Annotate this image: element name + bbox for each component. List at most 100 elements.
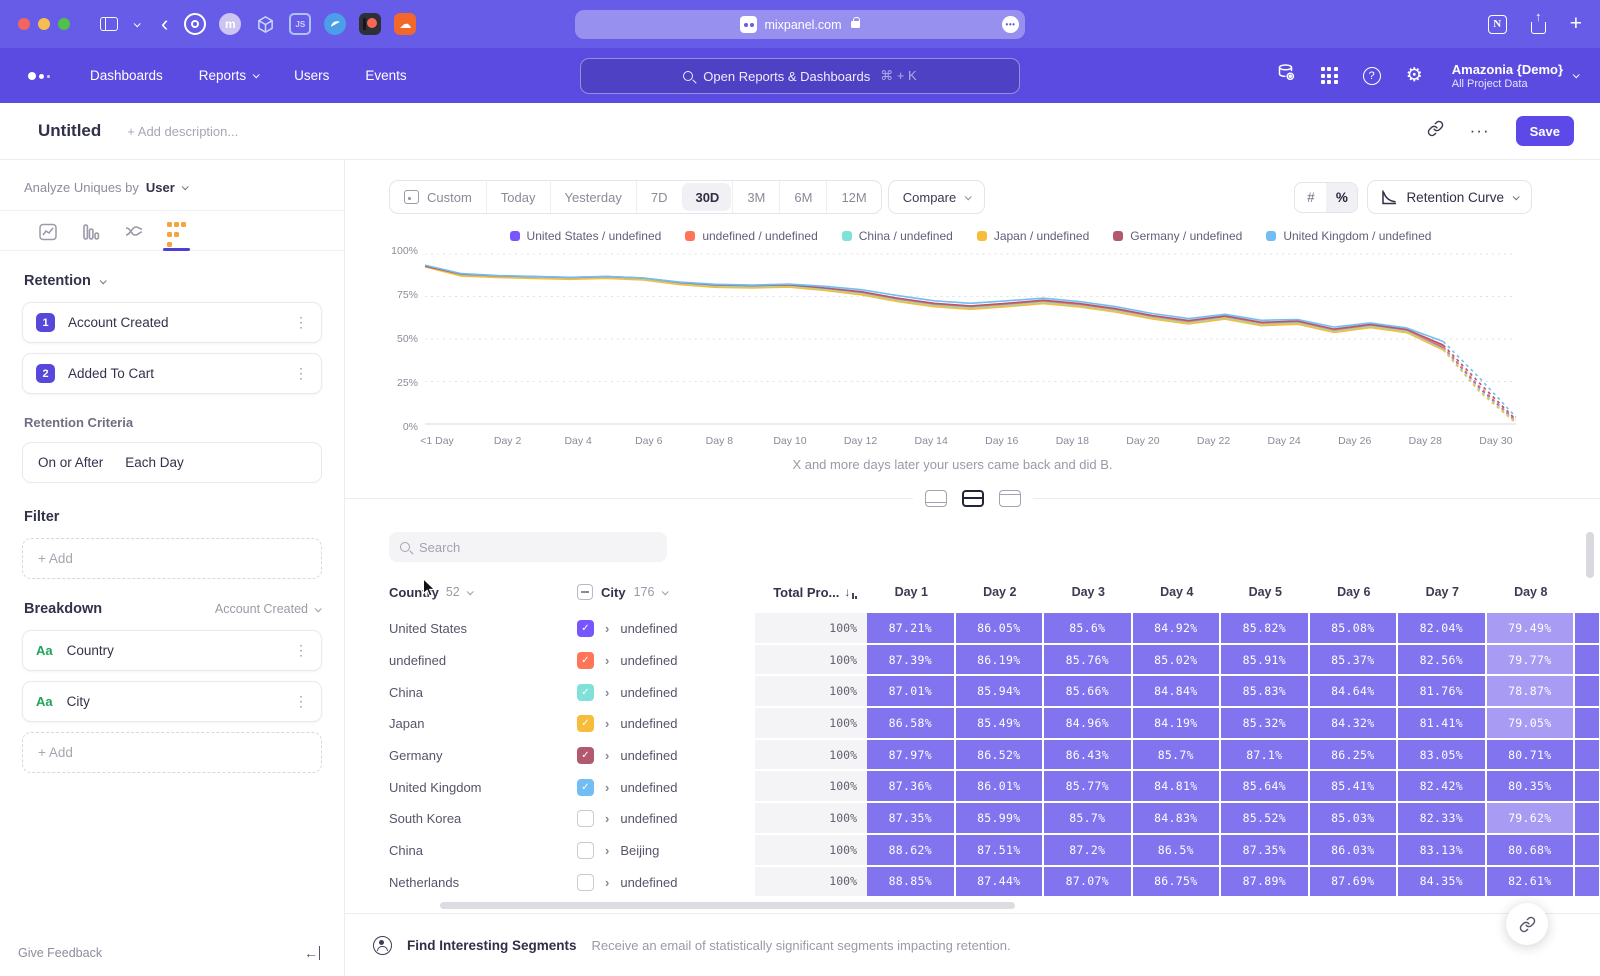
compare-button[interactable]: Compare	[888, 180, 985, 214]
retention-step-card[interactable]: 1Account Created⋮	[22, 302, 322, 343]
tab-funnels[interactable]	[69, 222, 112, 250]
range-yesterday[interactable]: Yesterday	[550, 181, 636, 213]
retention-cell[interactable]: 85.94%	[956, 676, 1045, 708]
retention-step-card[interactable]: 2Added To Cart⋮	[22, 353, 322, 394]
row-checkbox[interactable]: ✓	[577, 652, 594, 669]
country-column-header[interactable]: Country52	[389, 571, 577, 613]
retention-cell[interactable]: 84.35%	[1398, 867, 1487, 899]
find-segments-title[interactable]: Find Interesting Segments	[407, 938, 577, 953]
retention-cell[interactable]: 80.35%	[1487, 771, 1576, 803]
retention-cell[interactable]: 83.13%	[1398, 835, 1487, 867]
sort-icon[interactable]: ↓	[844, 585, 857, 599]
expand-row-icon[interactable]: ›	[605, 843, 609, 858]
retention-cell[interactable]: 86.01%	[956, 771, 1045, 803]
legend-item[interactable]: undefined / undefined	[685, 229, 817, 243]
more-options-icon[interactable]: ···	[1470, 121, 1490, 141]
criteria-interval[interactable]: Each Day	[125, 455, 184, 470]
js-icon[interactable]: JS	[289, 13, 311, 35]
absolute-numbers-toggle[interactable]: #	[1295, 183, 1326, 212]
save-button[interactable]: Save	[1516, 116, 1574, 146]
kebab-menu-icon[interactable]: ⋮	[294, 642, 308, 659]
kebab-menu-icon[interactable]: ⋮	[294, 693, 308, 710]
page-title[interactable]: Untitled	[38, 121, 101, 141]
bird-icon[interactable]	[324, 13, 346, 35]
project-switcher[interactable]: Amazonia {Demo} All Project Data	[1452, 62, 1578, 90]
retention-cell[interactable]: 87.01%	[867, 676, 956, 708]
boosts-icon[interactable]: •••	[1002, 16, 1019, 33]
retention-cell[interactable]: 85.41%	[1310, 771, 1399, 803]
retention-cell[interactable]: 87.35%	[1221, 835, 1310, 867]
retention-cell[interactable]: 87.89%	[1221, 867, 1310, 899]
horizontal-scrollbar[interactable]	[440, 902, 1015, 909]
day-column-header[interactable]: Day 8	[1487, 571, 1576, 613]
day-column-header[interactable]: Day 4	[1133, 571, 1222, 613]
retention-cell[interactable]: 85.83%	[1221, 676, 1310, 708]
retention-cell[interactable]: 80.68%	[1487, 835, 1576, 867]
retention-cell[interactable]: 85.76%	[1044, 645, 1133, 677]
retention-cell[interactable]: 85.91%	[1221, 645, 1310, 677]
day-column-header[interactable]: Day 2	[956, 571, 1045, 613]
give-feedback-link[interactable]: Give Feedback	[18, 946, 102, 960]
retention-cell[interactable]: 87.21%	[867, 613, 956, 645]
retention-cell[interactable]: 82.56%	[1398, 645, 1487, 677]
retention-cell[interactable]: 85.37%	[1310, 645, 1399, 677]
retention-cell[interactable]: 85.77%	[1044, 771, 1133, 803]
share-icon[interactable]	[1531, 22, 1546, 34]
retention-cell[interactable]: 82.61%	[1487, 867, 1576, 899]
copy-link-icon[interactable]	[1427, 120, 1444, 142]
apps-grid-icon[interactable]	[1321, 67, 1338, 84]
retention-cell[interactable]: 87.07%	[1044, 867, 1133, 899]
criteria-operator[interactable]: On or After	[38, 455, 103, 470]
retention-cell[interactable]: 85.52%	[1221, 803, 1310, 835]
retention-cell[interactable]: 87.35%	[867, 803, 956, 835]
retention-criteria-card[interactable]: On or After Each Day	[22, 442, 322, 483]
tab-insights[interactable]	[26, 222, 69, 250]
row-checkbox[interactable]	[577, 810, 594, 827]
retention-cell[interactable]: 86.5%	[1133, 835, 1222, 867]
vertical-scrollbar[interactable]	[1586, 532, 1594, 578]
table-search-input[interactable]: Search	[389, 532, 667, 562]
row-checkbox[interactable]	[577, 842, 594, 859]
day-column-header[interactable]: Day 6	[1310, 571, 1399, 613]
retention-cell[interactable]: 86.03%	[1310, 835, 1399, 867]
legend-item[interactable]: United Kingdom / undefined	[1266, 229, 1431, 243]
chart-type-selector[interactable]: Retention Curve	[1367, 180, 1532, 214]
soundcloud-icon[interactable]: ☁	[394, 13, 416, 35]
nav-menu-events[interactable]: Events	[365, 68, 406, 83]
row-checkbox[interactable]	[577, 874, 594, 891]
zoom-window-button[interactable]	[58, 18, 70, 30]
breakdown-card[interactable]: AaCity⋮	[22, 681, 322, 722]
sidebar-toggle-icon[interactable]	[100, 17, 118, 31]
minimize-window-button[interactable]	[38, 18, 50, 30]
expand-row-icon[interactable]: ›	[605, 685, 609, 700]
retention-cell[interactable]: 81.41%	[1398, 708, 1487, 740]
retention-cell[interactable]: 79.49%	[1487, 613, 1576, 645]
retention-cell[interactable]: 85.7%	[1133, 740, 1222, 772]
back-icon[interactable]: ‹	[161, 13, 168, 35]
add-breakdown-button[interactable]: + Add	[22, 732, 322, 773]
chart-only-view-button[interactable]	[925, 490, 947, 507]
retention-cell[interactable]: 88.85%	[867, 867, 956, 899]
share-link-button[interactable]	[1506, 903, 1548, 945]
breakdown-event-selector[interactable]: Account Created	[215, 602, 320, 616]
city-column-header[interactable]: City176	[577, 571, 755, 613]
row-checkbox[interactable]: ✓	[577, 684, 594, 701]
retention-cell[interactable]: 82.04%	[1398, 613, 1487, 645]
range-custom[interactable]: Custom	[390, 181, 486, 213]
table-only-view-button[interactable]	[999, 490, 1021, 507]
range-3m[interactable]: 3M	[732, 181, 779, 213]
nav-menu-dashboards[interactable]: Dashboards	[90, 68, 163, 83]
expand-row-icon[interactable]: ›	[605, 653, 609, 668]
tab-flows[interactable]	[112, 222, 155, 250]
cube-icon[interactable]	[254, 13, 276, 35]
retention-cell[interactable]: 85.08%	[1310, 613, 1399, 645]
retention-cell[interactable]: 87.1%	[1221, 740, 1310, 772]
add-description[interactable]: + Add description...	[127, 124, 238, 139]
help-icon[interactable]: ?	[1363, 67, 1381, 85]
settings-gear-icon[interactable]: ⚙	[1406, 66, 1423, 85]
expand-row-icon[interactable]: ›	[605, 780, 609, 795]
nav-menu-users[interactable]: Users	[294, 68, 329, 83]
new-tab-icon[interactable]: +	[1570, 12, 1582, 36]
row-checkbox[interactable]: ✓	[577, 747, 594, 764]
row-checkbox[interactable]: ✓	[577, 715, 594, 732]
